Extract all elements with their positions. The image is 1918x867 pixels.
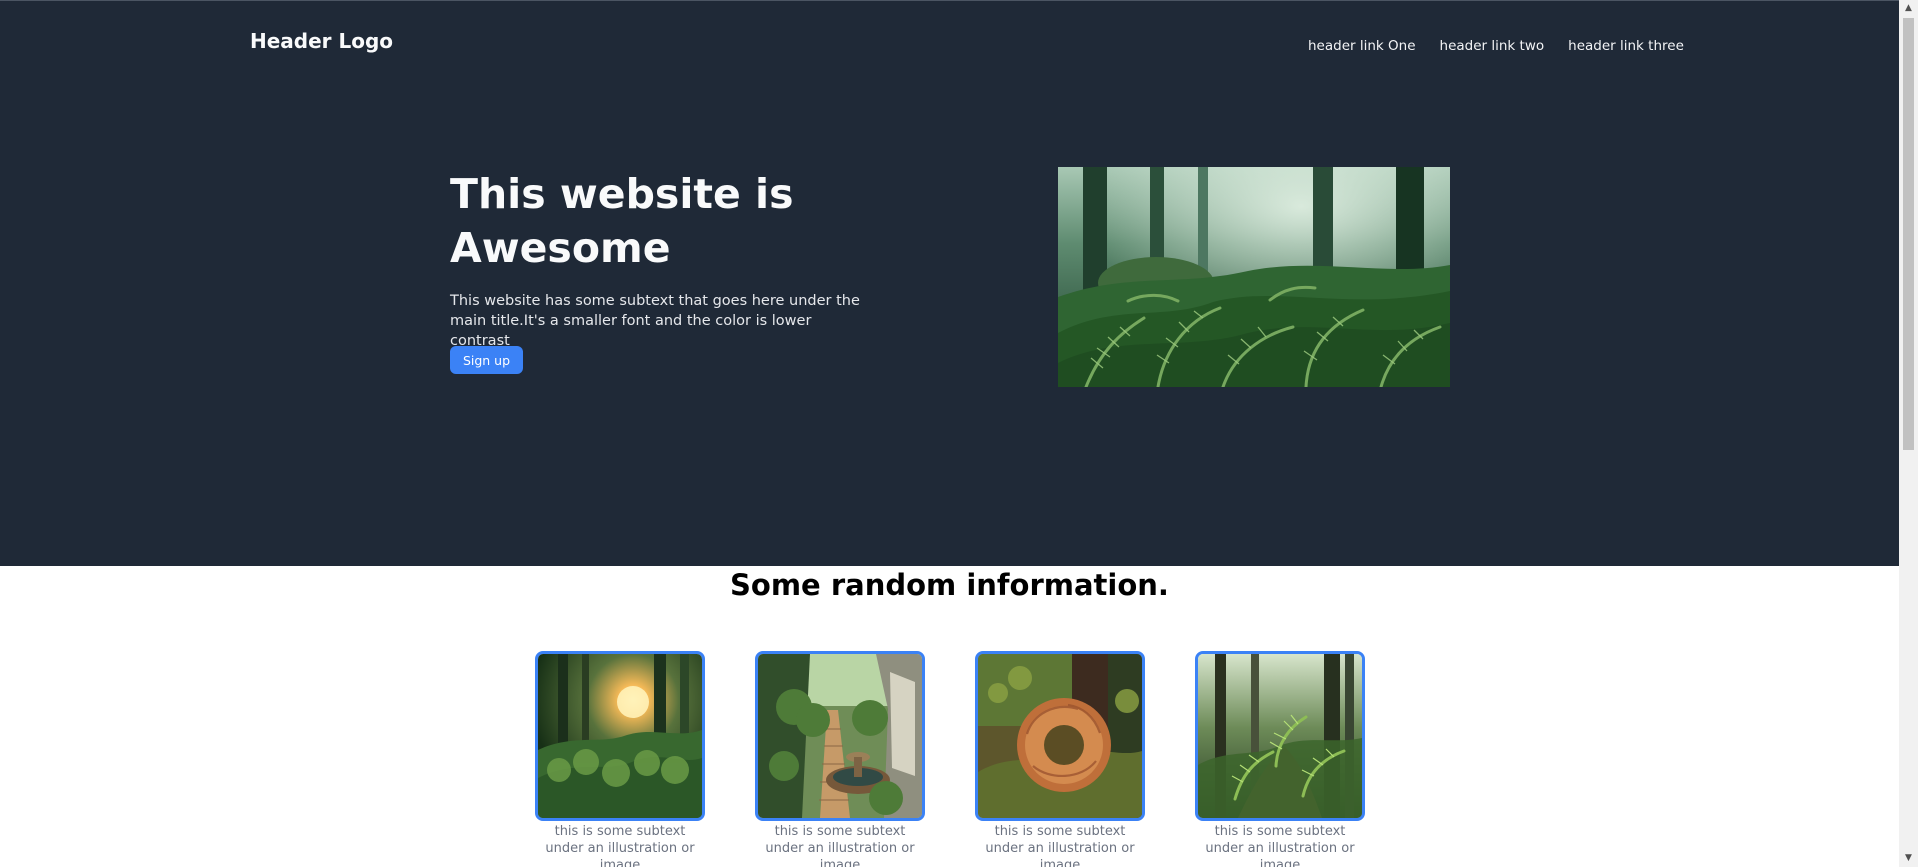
header-nav: header link One header link two header l… (1308, 38, 1684, 54)
scroll-down-icon[interactable]: ▼ (1899, 850, 1918, 867)
header-link-three[interactable]: header link three (1568, 38, 1684, 54)
image-card: this is some subtext under an illustrati… (1195, 651, 1365, 867)
sunlit-forest-image[interactable] (535, 651, 705, 821)
card-caption: this is some subtext under an illustrati… (985, 824, 1135, 867)
image-card: this is some subtext under an illustrati… (535, 651, 705, 867)
page: Header Logo header link One header link … (0, 0, 1899, 867)
tree-ring-sculpture-image[interactable] (975, 651, 1145, 821)
fern-forest-image[interactable] (1195, 651, 1365, 821)
hero-forest-image (1058, 167, 1450, 387)
card-caption: this is some subtext under an illustrati… (765, 824, 915, 867)
hero-section: Header Logo header link One header link … (0, 0, 1899, 566)
vertical-scrollbar[interactable]: ▲ ▼ (1899, 0, 1918, 867)
header-logo[interactable]: Header Logo (250, 29, 393, 53)
sign-up-button[interactable]: Sign up (450, 346, 523, 374)
card-caption: this is some subtext under an illustrati… (545, 824, 695, 867)
image-card-grid: this is some subtext under an illustrati… (535, 651, 1365, 867)
hero-title: This website is Awesome (450, 170, 794, 272)
header-link-one[interactable]: header link One (1308, 38, 1416, 54)
section-title: Some random information. (730, 568, 1169, 602)
image-card: this is some subtext under an illustrati… (755, 651, 925, 867)
image-card: this is some subtext under an illustrati… (975, 651, 1145, 867)
hero-subtext: This website has some subtext that goes … (450, 293, 860, 349)
scroll-thumb[interactable] (1903, 18, 1914, 450)
garden-path-fountain-image[interactable] (755, 651, 925, 821)
header-link-two[interactable]: header link two (1440, 38, 1545, 54)
scroll-up-icon[interactable]: ▲ (1899, 0, 1918, 17)
card-caption: this is some subtext under an illustrati… (1205, 824, 1355, 867)
